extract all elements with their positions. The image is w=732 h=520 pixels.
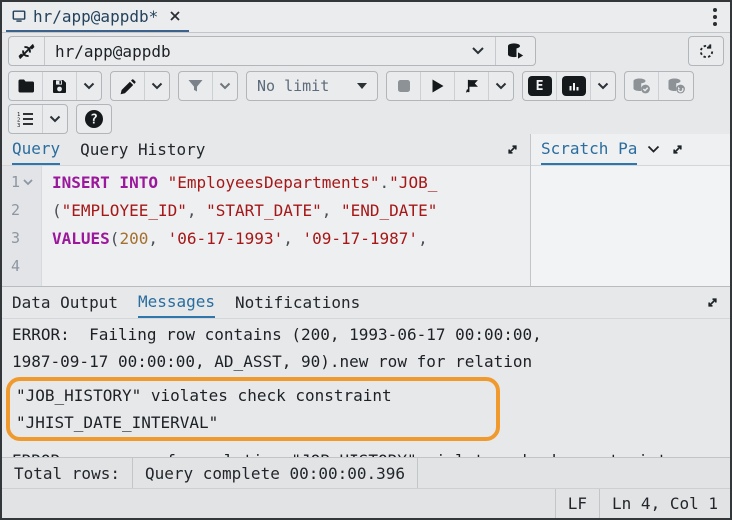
expand-panel-icon[interactable] — [505, 134, 520, 165]
bar-chart-icon — [562, 76, 586, 96]
connection-label: hr/app@appdb — [45, 42, 181, 61]
save-button[interactable] — [43, 72, 77, 100]
output-panel-tabs: Data Output Messages Notifications — [2, 287, 730, 319]
limit-select[interactable]: No limit — [247, 72, 377, 100]
editor-gutter: 1 2 3 4 — [2, 166, 42, 286]
code-line: INSERT INTO "EmployeesDepartments"."JOB_ — [52, 168, 530, 196]
fold-chevron-icon — [23, 179, 33, 186]
code-line — [52, 252, 530, 280]
macros-button[interactable]: 123 — [9, 105, 43, 133]
new-connection-icon[interactable] — [495, 37, 535, 65]
line-number: 3 — [2, 224, 41, 252]
execute-button[interactable] — [421, 72, 455, 100]
svg-text:3: 3 — [17, 123, 20, 127]
scratch-pad-title[interactable]: Scratch Pa — [541, 134, 637, 165]
connection-icon — [9, 37, 45, 65]
tab-messages[interactable]: Messages — [138, 287, 215, 318]
explain-button[interactable]: E — [523, 72, 557, 100]
query-panel-tabs: Query Query History — [2, 134, 530, 166]
clipped-message-line: ERROR: new row for relation "JOB_HISTORY… — [12, 447, 730, 457]
tab-query-history[interactable]: Query History — [80, 134, 205, 165]
query-complete-status: Query complete 00:00:00.396 — [133, 458, 417, 488]
tab-query-editor[interactable]: hr/app@appdb* — [6, 2, 189, 32]
help-button[interactable]: ? — [76, 104, 112, 134]
tab-title: hr/app@appdb* — [33, 7, 158, 26]
document-tab-bar: hr/app@appdb* — [2, 2, 730, 33]
editor-status-bar: LF Ln 4, Col 1 — [2, 488, 730, 518]
editor-code[interactable]: INSERT INTO "EmployeesDepartments"."JOB_… — [42, 166, 530, 286]
save-options-chevron[interactable] — [77, 72, 101, 100]
stop-button[interactable] — [387, 72, 421, 100]
sql-editor[interactable]: 1 2 3 4 INSERT INTO "EmployeesDepartment… — [2, 166, 530, 286]
connection-bar: hr/app@appdb — [2, 33, 730, 69]
expand-panel-icon[interactable] — [705, 287, 720, 318]
macros-chevron[interactable] — [43, 105, 67, 133]
open-file-button[interactable] — [9, 72, 43, 100]
status-bar: Total rows: Query complete 00:00:00.396 — [2, 457, 730, 488]
filter-button[interactable] — [179, 72, 213, 100]
expand-panel-icon[interactable] — [670, 134, 685, 165]
line-number[interactable]: 1 — [2, 168, 41, 196]
commit-button[interactable] — [625, 72, 659, 100]
error-message-line: 1987-09-17 00:00:00, AD_ASST, 90).new ro… — [12, 348, 730, 375]
filter-options-chevron[interactable] — [213, 72, 237, 100]
code-line: ("EMPLOYEE_ID", "START_DATE", "END_DATE" — [52, 196, 530, 224]
tabbar-spacer — [189, 2, 708, 32]
svg-text:?: ? — [90, 112, 98, 127]
execute-from-cursor-button[interactable] — [455, 72, 489, 100]
chevron-down-icon[interactable] — [461, 37, 495, 65]
tab-notifications[interactable]: Notifications — [235, 287, 360, 318]
monitor-icon — [12, 9, 26, 23]
refresh-icon — [698, 43, 715, 60]
error-message-line: "JOB_HISTORY" violates check constraint — [16, 382, 490, 409]
cursor-position: Ln 4, Col 1 — [600, 489, 730, 518]
line-number: 2 — [2, 196, 41, 224]
chevron-down-icon[interactable] — [647, 134, 660, 165]
eol-indicator[interactable]: LF — [556, 489, 599, 518]
rollback-button[interactable] — [659, 72, 693, 100]
total-rows-label: Total rows: — [2, 458, 132, 488]
line-number: 4 — [2, 252, 41, 280]
output-panel: Data Output Messages Notifications ERROR… — [2, 286, 730, 457]
secondary-toolbar: 123 ? — [2, 103, 730, 134]
reset-layout-button[interactable] — [688, 36, 724, 66]
explain-label: E — [528, 76, 552, 96]
error-message-line: "JHIST_DATE_INTERVAL" — [16, 409, 490, 436]
close-icon[interactable] — [169, 10, 181, 22]
execute-options-chevron[interactable] — [489, 72, 513, 100]
connection-selector[interactable]: hr/app@appdb — [8, 36, 536, 66]
kebab-menu-icon[interactable] — [708, 4, 722, 30]
messages-output[interactable]: ERROR: Failing row contains (200, 1993-0… — [2, 319, 730, 457]
scratch-pad-panel: Scratch Pa — [531, 134, 730, 286]
limit-label: No limit — [257, 77, 329, 95]
query-panel: Query Query History 1 2 3 4 — [2, 134, 531, 286]
error-message-line: ERROR: Failing row contains (200, 1993-0… — [12, 321, 730, 348]
explain-options-chevron[interactable] — [591, 72, 615, 100]
code-line: VALUES(200, '06-17-1993', '09-17-1987', — [52, 224, 530, 252]
edit-button[interactable] — [111, 72, 145, 100]
tab-query[interactable]: Query — [12, 134, 60, 165]
error-highlight-annotation: "JOB_HISTORY" violates check constraint … — [6, 377, 500, 441]
explain-analyze-button[interactable] — [557, 72, 591, 100]
main-work-area: Query Query History 1 2 3 4 — [2, 134, 730, 286]
query-tool-window: hr/app@appdb* hr/app@appdb — [0, 0, 732, 520]
edit-options-chevron[interactable] — [145, 72, 169, 100]
scratch-pad-header: Scratch Pa — [531, 134, 730, 166]
tab-data-output[interactable]: Data Output — [12, 287, 118, 318]
scratch-pad-body[interactable] — [531, 166, 730, 286]
main-toolbar: No limit E — [2, 69, 730, 103]
caret-down-icon — [357, 83, 367, 89]
